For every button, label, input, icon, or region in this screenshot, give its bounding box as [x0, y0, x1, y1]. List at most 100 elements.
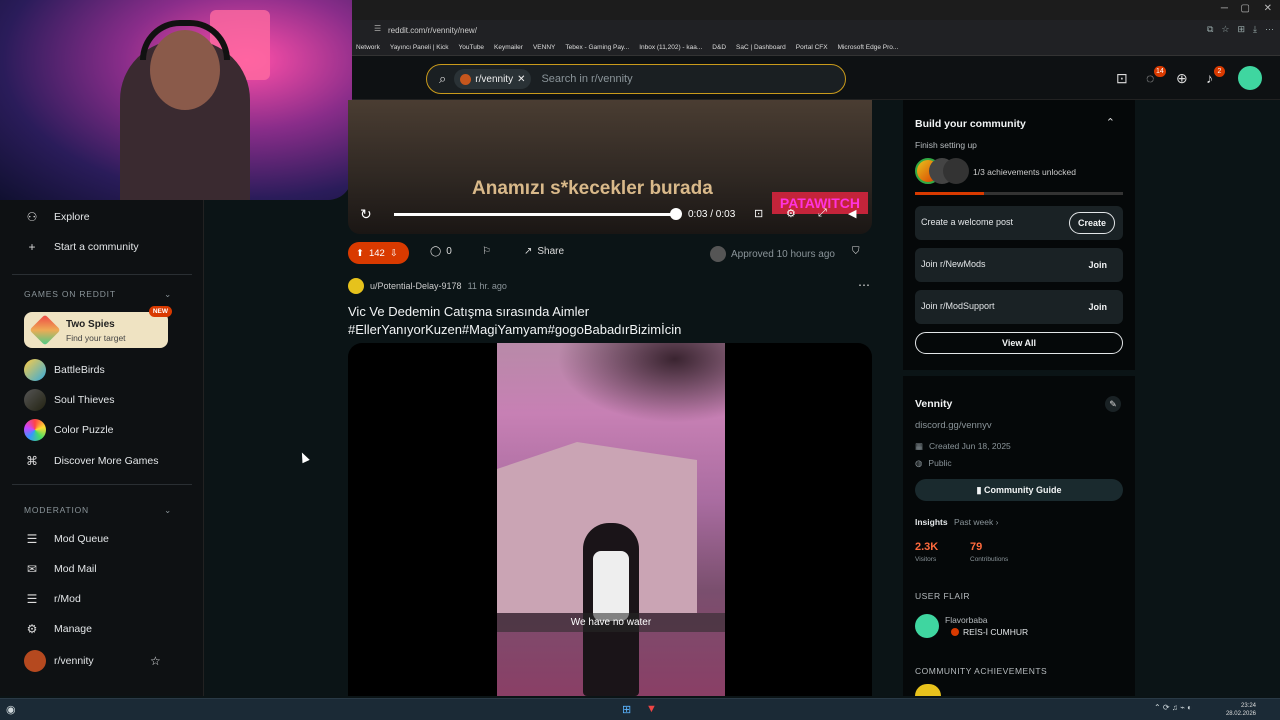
settings-icon[interactable]: ⚙: [786, 207, 796, 220]
advertise-icon[interactable]: ⊡: [1116, 70, 1128, 87]
join-button[interactable]: Join: [1080, 254, 1115, 276]
user-flair-header: USER FLAIR: [915, 591, 971, 601]
webcam-overlay: [0, 0, 352, 200]
build-community-title: Build your community: [915, 118, 1026, 130]
sidebar-item-label: Soul Thieves: [54, 394, 115, 406]
new-badge: NEW: [148, 306, 172, 317]
sidebar-item-rmod[interactable]: ☰ r/Mod: [24, 592, 81, 606]
replay-icon[interactable]: ↻: [360, 206, 372, 223]
sidebar-item-manage[interactable]: ⚙ Manage: [24, 622, 92, 636]
bookmark[interactable]: Portal CFX: [796, 44, 828, 51]
mod-shield-icon[interactable]: ⛉: [852, 246, 860, 257]
moderation-section-header[interactable]: MODERATION ⌄: [24, 505, 172, 516]
site-info-icon[interactable]: ☰: [374, 24, 381, 33]
settings-icon[interactable]: ⋯: [1265, 24, 1274, 35]
community-avatar: [24, 650, 46, 672]
fullscreen-icon[interactable]: ⤢: [818, 207, 827, 220]
progress-handle[interactable]: [670, 208, 682, 220]
create-button[interactable]: Create: [1068, 212, 1115, 234]
contributions-count: 79: [970, 541, 983, 553]
task-join-newmods: Join r/NewMods Join: [915, 248, 1123, 282]
maximize-icon[interactable]: ▢: [1241, 3, 1250, 14]
sidebar-item-battlebirds[interactable]: BattleBirds: [24, 359, 105, 381]
sidebar-item-rvennity[interactable]: r/vennity ☆: [24, 650, 164, 672]
insights-period[interactable]: Past week ›: [954, 517, 998, 527]
color-puzzle-icon: [24, 419, 46, 441]
community-link[interactable]: discord.gg/vennyv: [915, 420, 992, 431]
sidebar-item-mod-mail[interactable]: ✉ Mod Mail: [24, 562, 97, 576]
more-options-icon[interactable]: ⋯: [858, 278, 870, 292]
collections-icon[interactable]: ⊞: [1237, 24, 1245, 35]
post-author[interactable]: u/Potential-Delay-9178: [370, 281, 462, 291]
sidebar-item-discover-games[interactable]: ⌘ Discover More Games: [24, 454, 158, 468]
clock-date: 28.02.2026: [1225, 711, 1256, 717]
post-title[interactable]: Vic Ve Dedemin Catışma sırasında Aimler …: [348, 303, 868, 339]
clock-time: 23:24: [1240, 703, 1256, 709]
url-field[interactable]: reddit.com/r/vennity/new/: [388, 26, 477, 35]
sidebar-item-explore[interactable]: ⚇ Explore: [24, 210, 90, 224]
games-section-header[interactable]: GAMES ON REDDIT ⌄: [24, 289, 172, 300]
bookmark[interactable]: VENNY: [533, 44, 555, 51]
post-title-line: Vic Ve Dedemin Catışma sırasında Aimler: [348, 304, 590, 319]
upvote-icon[interactable]: ⬆: [356, 248, 364, 259]
extensions-icon[interactable]: ⧉: [1207, 24, 1213, 35]
share-button[interactable]: ↗ Share: [524, 246, 564, 257]
contributions-label: Contributions: [970, 556, 1009, 563]
notification-icon[interactable]: ♪: [1206, 70, 1213, 86]
start-icon[interactable]: ◉: [6, 703, 16, 716]
captions-icon[interactable]: ⊡: [754, 207, 763, 220]
featured-game-card[interactable]: Two Spies Find your target NEW: [24, 306, 172, 348]
reddit-header: ⌕ r/vennity ✕ Search in r/vennity ⊡ ◌ 14…: [352, 56, 1280, 100]
downloads-icon[interactable]: ⤓: [1253, 24, 1257, 35]
brave-icon[interactable]: ▼: [646, 703, 657, 715]
join-button[interactable]: Join: [1080, 296, 1115, 318]
comments-button[interactable]: ◯ 0: [430, 246, 452, 257]
video-player[interactable]: Anamızı s*kecekler burada PATAWITCH ↻ 0:…: [348, 100, 872, 234]
view-all-button[interactable]: View All: [915, 332, 1123, 354]
sidebar-item-label: Discover More Games: [54, 455, 159, 467]
bookmark[interactable]: Keymailer: [494, 44, 523, 51]
bookmark[interactable]: Microsoft Edge Pro...: [838, 44, 899, 51]
plus-icon: +: [28, 240, 36, 254]
award-button[interactable]: ⚐: [482, 246, 491, 257]
task-join-modsupport: Join r/ModSupport Join: [915, 290, 1123, 324]
user-flair[interactable]: REİS-İ CUMHUR: [951, 627, 1028, 637]
bookmark[interactable]: D&D: [712, 44, 726, 51]
close-icon[interactable]: ✕: [517, 74, 525, 85]
progress-bar[interactable]: [394, 213, 678, 216]
system-clock[interactable]: 23:24 28.02.2026: [1226, 702, 1256, 718]
sidebar-item-soul-thieves[interactable]: Soul Thieves: [24, 389, 115, 411]
sidebar-item-mod-queue[interactable]: ☰ Mod Queue: [24, 532, 109, 546]
gear-icon: ⚙: [26, 622, 38, 636]
author-avatar[interactable]: [348, 278, 364, 294]
windows-icon[interactable]: ⊞: [622, 703, 631, 716]
bookmark[interactable]: SaC | Dashboard: [736, 44, 786, 51]
bookmark[interactable]: YouTube: [459, 44, 485, 51]
video-caption: Anamızı s*kecekler burada: [472, 178, 713, 199]
finish-setup-label: Finish setting up: [915, 140, 977, 150]
search-bar[interactable]: ⌕ r/vennity ✕ Search in r/vennity: [426, 64, 846, 94]
sidebar-item-color-puzzle[interactable]: Color Puzzle: [24, 419, 114, 441]
tray-icons[interactable]: ⌃ ⟳ ♫ ⌁ ◐: [1154, 703, 1192, 712]
bookmark[interactable]: Yayıncı Paneli | Kick: [390, 44, 449, 51]
community-chip[interactable]: r/vennity ✕: [454, 69, 532, 89]
sidebar-item-start-community[interactable]: + Start a community: [24, 240, 139, 254]
post-video[interactable]: We have no water: [348, 343, 872, 696]
bookmark[interactable]: Tebex - Gaming Pay...: [565, 44, 629, 51]
community-guide-button[interactable]: ▮ Community Guide: [915, 479, 1123, 501]
chevron-up-icon[interactable]: ⌃: [1106, 116, 1115, 129]
downvote-icon[interactable]: ⇩: [390, 248, 398, 259]
close-icon[interactable]: ✕: [1264, 3, 1272, 14]
bookmark[interactable]: Inbox (11,202) - kaa...: [639, 44, 702, 51]
user-avatar[interactable]: [1238, 66, 1262, 90]
favorites-icon[interactable]: ☆: [1221, 24, 1229, 35]
moderator-avatar: [710, 246, 726, 262]
minimize-icon[interactable]: ─: [1221, 3, 1228, 14]
search-input[interactable]: Search in r/vennity: [541, 73, 632, 85]
sidebar-item-label: Start a community: [54, 241, 139, 253]
star-icon[interactable]: ☆: [150, 654, 161, 668]
edit-icon[interactable]: ✎: [1105, 396, 1121, 412]
volume-icon[interactable]: ◀: [848, 207, 856, 220]
bookmark[interactable]: Network: [356, 44, 380, 51]
create-post-icon[interactable]: ⊕: [1176, 70, 1188, 87]
